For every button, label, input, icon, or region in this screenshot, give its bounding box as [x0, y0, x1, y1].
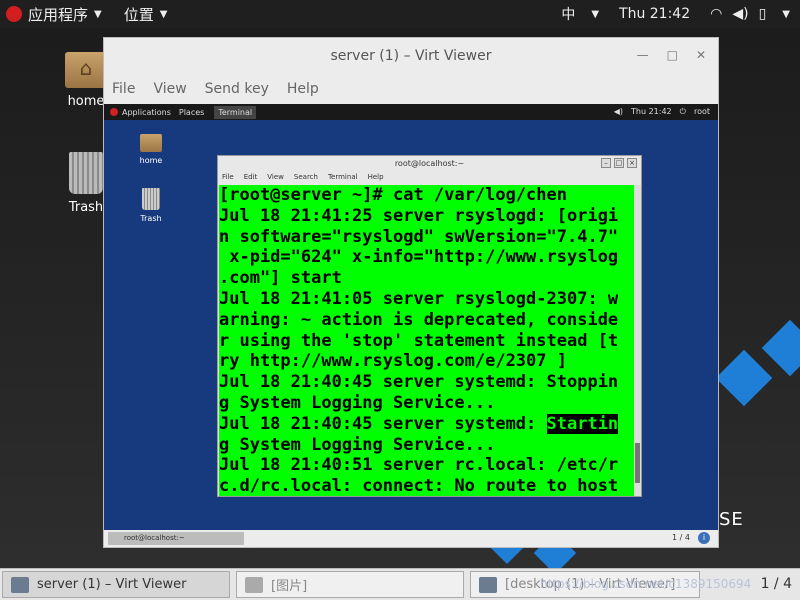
terminal-titlebar[interactable]: root@localhost:~ – □ × [218, 156, 641, 171]
terminal-line: g System Logging Service... [219, 434, 496, 455]
window-title: server (1) – Virt Viewer [330, 48, 492, 64]
power-icon[interactable]: ⏻ [680, 107, 686, 117]
host-top-bar: 应用程序 ▼ 位置 ▼ 中 ▼ Thu 21:42 ◠ ◀) ▯ ▼ [0, 0, 800, 28]
terminal-menu-help[interactable]: Help [368, 171, 384, 183]
terminal-line: Jul 18 21:41:05 server rsyslogd-2307: w [219, 288, 619, 309]
chevron-down-icon: ▼ [159, 8, 168, 20]
terminal-line-prefix: Jul 18 21:40:45 server systemd: [219, 413, 547, 434]
redhat-logo-icon [6, 6, 22, 22]
terminal-line: Jul 18 21:41:25 server rsyslogd: [origi [219, 205, 619, 226]
task-label: server (1) – Virt Viewer [37, 577, 187, 592]
guest-taskbar: root@localhost:~ 1 / 4 i [104, 530, 718, 547]
terminal-window: root@localhost:~ – □ × File Edit View Se… [217, 155, 642, 497]
guest-applications-menu[interactable]: Applications [122, 108, 171, 117]
close-icon[interactable]: ✕ [696, 48, 706, 62]
menu-send-key[interactable]: Send key [205, 81, 269, 97]
task-label: [图片] [271, 579, 308, 594]
guest-icon-label: home [139, 156, 163, 165]
scrollbar-thumb[interactable] [635, 443, 640, 483]
terminal-line: g System Logging Service... [219, 392, 496, 413]
terminal-line: Jul 18 21:40:51 server rc.local: /etc/r [219, 455, 619, 476]
clock[interactable]: Thu 21:42 [619, 6, 690, 22]
volume-icon[interactable]: ◀) [732, 6, 748, 22]
guest-icon-label: Trash [140, 214, 162, 223]
menu-help[interactable]: Help [287, 81, 319, 97]
menu-file[interactable]: File [112, 81, 135, 97]
wallpaper-shape [715, 349, 773, 407]
chevron-down-icon[interactable]: ▼ [591, 9, 599, 20]
applications-label: 应用程序 [28, 5, 89, 24]
guest-desktop: home Trash root@localhost:~ – □ × File E… [104, 120, 718, 530]
image-icon [245, 576, 263, 593]
guest-top-bar: Applications Places Terminal ◀) Thu 21:4… [104, 104, 718, 120]
task-virt-viewer[interactable]: server (1) – Virt Viewer [2, 571, 230, 598]
chevron-down-icon: ▼ [94, 8, 102, 20]
terminal-line: Jul 18 21:40:45 server systemd: Stoppin [219, 372, 619, 393]
terminal-line: n software="rsyslogd" swVersion="7.4.7" [219, 226, 619, 247]
home-folder-icon [140, 134, 162, 152]
info-icon[interactable]: i [698, 532, 710, 544]
virt-viewer-window: server (1) – Virt Viewer — □ ✕ File View… [103, 37, 719, 548]
task-image[interactable]: [图片] [236, 571, 464, 598]
places-menu[interactable]: 位置 ▼ [124, 4, 168, 25]
host-taskbar: server (1) – Virt Viewer [图片] [desktop (… [0, 568, 800, 600]
guest-user[interactable]: root [694, 107, 710, 117]
guest-clock[interactable]: Thu 21:42 [631, 107, 672, 117]
terminal-line: .com"] start [219, 268, 342, 289]
applications-menu[interactable]: 应用程序 ▼ [6, 4, 102, 25]
wallpaper-shape [761, 319, 800, 377]
close-icon[interactable]: × [627, 158, 637, 168]
selected-text: Startin [546, 413, 619, 434]
terminal-menubar: File Edit View Search Terminal Help [218, 171, 641, 183]
terminal-line: ry http://www.rsyslog.com/e/2307 ] [219, 351, 567, 372]
terminal-line-selected: Jul 18 21:40:45 server systemd: Startin [219, 413, 635, 435]
terminal-menu-search[interactable]: Search [294, 171, 318, 183]
trash-icon [69, 152, 103, 194]
battery-icon[interactable]: ▯ [759, 6, 767, 22]
viewer-menubar: File View Send key Help [104, 74, 718, 104]
guest-task-label: root@localhost:~ [124, 534, 185, 542]
guest-display[interactable]: Applications Places Terminal ◀) Thu 21:4… [104, 104, 718, 547]
guest-icon-trash[interactable]: Trash [126, 188, 176, 223]
guest-workspace-pager[interactable]: 1 / 4 [672, 533, 690, 542]
terminal-menu-terminal[interactable]: Terminal [328, 171, 358, 183]
places-label: 位置 [123, 5, 154, 24]
trash-icon [142, 188, 160, 210]
minimize-icon[interactable]: — [637, 48, 649, 62]
workspace-pager[interactable]: 1 / 4 [761, 576, 792, 592]
terminal-line: r using the 'stop' statement instead [t [219, 330, 619, 351]
terminal-scrollbar[interactable] [634, 185, 641, 496]
monitor-icon [11, 576, 29, 593]
wifi-icon[interactable]: ◠ [710, 6, 722, 22]
terminal-line: c.d/rc.local: connect: No route to host [219, 476, 619, 496]
guest-places-menu[interactable]: Places [179, 108, 204, 117]
chevron-down-icon[interactable]: ▼ [782, 9, 790, 20]
watermark: https://blog.csdn.net/c1389150694 [540, 577, 752, 591]
home-folder-icon [65, 52, 107, 88]
minimize-icon[interactable]: – [601, 158, 611, 168]
wallpaper-text: SE [719, 509, 744, 530]
redhat-logo-icon [110, 108, 118, 116]
terminal-menu-file[interactable]: File [222, 171, 234, 183]
input-method-indicator[interactable]: 中 [561, 4, 575, 24]
terminal-title: root@localhost:~ [394, 159, 465, 168]
guest-icon-home[interactable]: home [126, 134, 176, 165]
terminal-line: x-pid="624" x-info="http://www.rsyslog [219, 247, 619, 268]
guest-terminal-menu[interactable]: Terminal [214, 105, 257, 119]
terminal-line: [root@server ~]# cat /var/log/chen [219, 185, 567, 205]
monitor-icon [479, 576, 497, 593]
maximize-icon[interactable]: □ [667, 48, 678, 62]
window-titlebar[interactable]: server (1) – Virt Viewer — □ ✕ [104, 38, 718, 74]
terminal-menu-view[interactable]: View [267, 171, 284, 183]
terminal-output[interactable]: [root@server ~]# cat /var/log/chen Jul 1… [219, 185, 635, 496]
menu-view[interactable]: View [153, 81, 186, 97]
terminal-line: arning: ~ action is deprecated, conside [219, 309, 619, 330]
volume-icon[interactable]: ◀) [614, 107, 623, 117]
guest-task-terminal[interactable]: root@localhost:~ [108, 532, 244, 545]
terminal-menu-edit[interactable]: Edit [244, 171, 258, 183]
maximize-icon[interactable]: □ [614, 158, 624, 168]
